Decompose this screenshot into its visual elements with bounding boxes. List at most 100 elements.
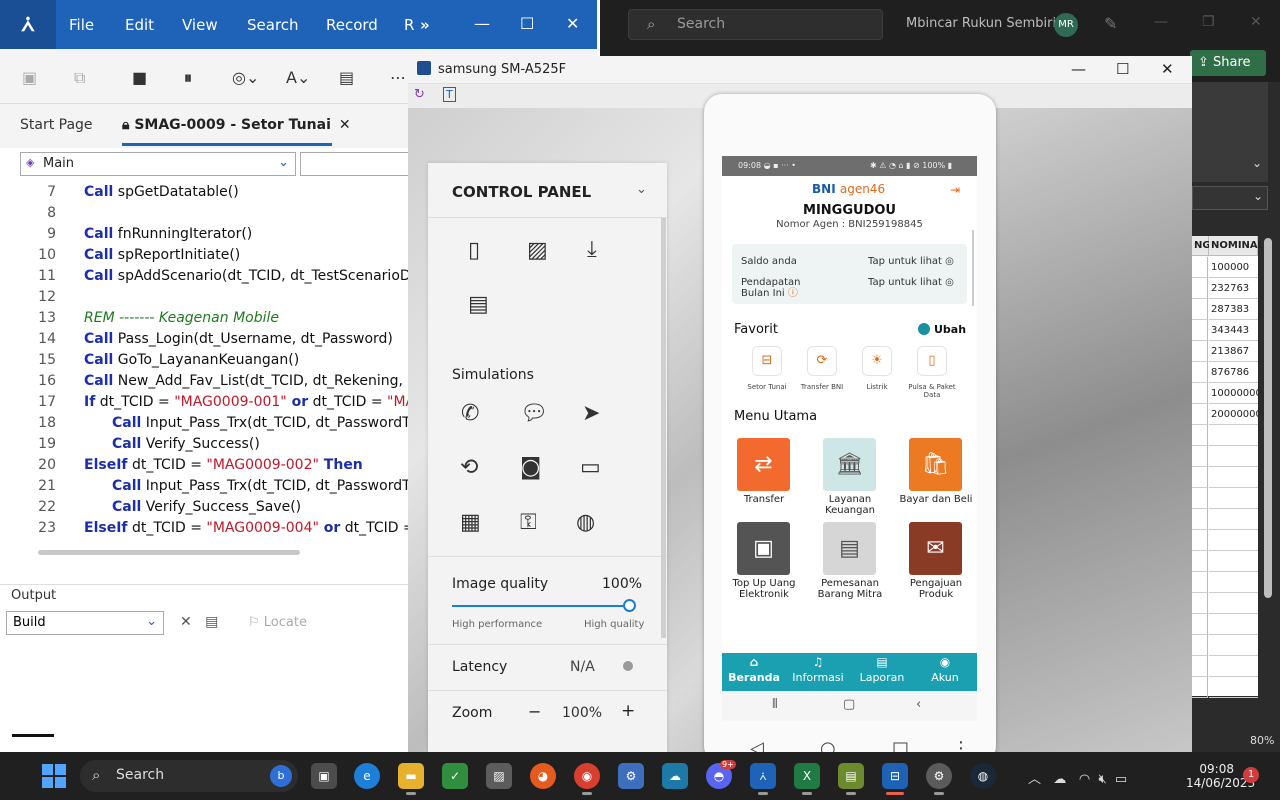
image-quality-slider-handle[interactable] (623, 599, 636, 612)
sheet-cell[interactable] (1192, 551, 1208, 572)
more-tools-icon[interactable]: ⋯ (390, 68, 406, 87)
clipboard-text-icon[interactable]: ▤ (468, 292, 489, 317)
menu-record[interactable]: Record (326, 16, 378, 34)
stop-icon[interactable]: ■ (132, 68, 147, 87)
tools-icon[interactable]: ⚙ (618, 763, 644, 789)
chevron-up-icon[interactable]: ︿ (1028, 772, 1041, 787)
orientation-icon[interactable]: ⟲ (460, 455, 478, 480)
chevron-down-icon[interactable]: ⌄ (1252, 156, 1262, 170)
code-line[interactable]: ElseIf dt_TCID = "MAG0009-002" Then (84, 457, 363, 473)
code-editor[interactable]: 7 Call spGetDatatable() 8 9 Call fnRunningIt… (20, 180, 410, 542)
text-input-icon[interactable]: T (443, 87, 456, 102)
menu-overflow-icon[interactable]: » (420, 16, 430, 34)
nav-informasi[interactable]: ♫ Informasi (786, 655, 850, 684)
sheet-cell[interactable] (1192, 299, 1208, 320)
column-header[interactable]: NG (1192, 236, 1211, 256)
code-line[interactable]: Call GoTo_LayananKeuangan() (84, 352, 299, 368)
nav-beranda[interactable]: ⌂ Beranda (722, 655, 786, 684)
code-line[interactable]: Call fnRunningIterator() (84, 226, 252, 242)
sheet-cell[interactable] (1192, 320, 1208, 341)
sheet-cell[interactable] (1192, 593, 1208, 614)
image-quality-slider[interactable] (452, 605, 630, 607)
back-icon[interactable]: ‹ (916, 697, 921, 712)
sheet-cell[interactable]: 876786 (1209, 362, 1258, 383)
sheet-cell[interactable] (1209, 551, 1258, 572)
automation-ide-icon[interactable]: ⩑ (750, 763, 776, 789)
notification-badge[interactable]: 1 (1243, 767, 1259, 783)
sheet-cell[interactable] (1192, 530, 1208, 551)
setor-tunai-icon[interactable]: ⊟ (752, 346, 782, 376)
location-icon[interactable]: ➤ (582, 401, 600, 426)
tab-start-page[interactable]: Start Page (20, 117, 93, 133)
editor-horizontal-scrollbar[interactable] (30, 548, 410, 556)
sheet-cell[interactable] (1192, 509, 1208, 530)
qr-code-icon[interactable]: ▦ (460, 510, 481, 535)
saldo-reveal[interactable]: Tap untuk lihat ◎ (868, 256, 954, 267)
device-maximize-button[interactable]: ☐ (1116, 60, 1129, 78)
code-line[interactable]: ElseIf dt_TCID = "MAG0009-004" or dt_TCI… (84, 520, 410, 536)
sheet-cell[interactable] (1209, 656, 1258, 677)
windows-start-icon[interactable] (42, 764, 66, 788)
task-view-icon[interactable]: ▣ (311, 763, 337, 789)
code-line[interactable]: Call Verify_Success_Save() (112, 499, 301, 515)
logout-icon[interactable]: ⇥ (950, 183, 960, 197)
wallet-icon[interactable]: ▣ (737, 522, 790, 575)
listrik-icon[interactable]: ☀ (862, 346, 892, 376)
transfer-icon[interactable]: ⇄ (737, 438, 790, 491)
menu-file[interactable]: File (69, 16, 94, 34)
pulsa-icon[interactable]: ▯ (917, 346, 947, 376)
sheet-cell[interactable] (1192, 341, 1208, 362)
sheet-cell[interactable] (1209, 509, 1258, 530)
sheet-cell[interactable] (1209, 425, 1258, 446)
device-minimize-button[interactable]: — (1071, 60, 1086, 78)
background-close-button[interactable]: ✕ (1250, 14, 1262, 30)
pause-icon[interactable]: ⏸ (184, 68, 192, 88)
sheet-cell[interactable] (1209, 488, 1258, 509)
save-icon[interactable]: ▣ (22, 68, 37, 87)
onedrive-icon[interactable]: ☁ (1053, 772, 1066, 787)
system-tray[interactable]: ︿ ☁ ◠ 🔇︎ ▭ (1028, 768, 1127, 787)
sheet-cell[interactable] (1209, 593, 1258, 614)
sheet-cell[interactable] (1209, 446, 1258, 467)
close-icon[interactable]: ✕ (339, 117, 351, 133)
sheet-cell[interactable]: 100000 (1209, 257, 1258, 278)
sheet-combo[interactable]: ⌄ (1192, 186, 1268, 210)
sheet-cell[interactable] (1209, 467, 1258, 488)
ide-close-button[interactable]: ✕ (566, 14, 579, 33)
sheet-cell[interactable] (1192, 467, 1208, 488)
home-button-icon[interactable]: ▢ (843, 697, 855, 712)
nav-akun[interactable]: ◉ Akun (913, 655, 977, 684)
sheet-cell[interactable] (1192, 362, 1208, 383)
device-close-button[interactable]: ✕ (1161, 60, 1174, 78)
order-icon[interactable]: ▤ (823, 522, 876, 575)
info-icon[interactable]: ⓘ (788, 288, 798, 299)
code-line[interactable]: Call spReportInitiate() (84, 247, 240, 263)
code-line[interactable]: Call Input_Pass_Trx(dt_TCID, dt_Password… (112, 478, 410, 494)
sheet-cell[interactable] (1192, 404, 1208, 425)
avatar[interactable]: MR (1054, 13, 1078, 37)
firefox-icon[interactable]: ◕ (530, 763, 556, 789)
biometric-icon[interactable]: ⚿ (520, 510, 537, 535)
network-icon[interactable]: ◍ (576, 510, 595, 535)
pen-icon[interactable]: ✎ (1104, 14, 1117, 33)
share-button[interactable]: ⇪ Share (1190, 50, 1266, 76)
steam-icon[interactable]: ◍ (970, 763, 996, 789)
column-header[interactable]: NOMINAL (1209, 236, 1264, 256)
code-line[interactable]: Call Pass_Login(dt_Username, dt_Password… (84, 331, 393, 347)
edge-icon[interactable]: e (354, 763, 380, 789)
code-line[interactable]: Call Input_Pass_Trx(dt_TCID, dt_Password… (112, 415, 410, 431)
taskbar-search[interactable]: ⌕ Search b (80, 760, 298, 792)
sheet-cell[interactable] (1209, 677, 1258, 698)
sheet-cell[interactable] (1209, 635, 1258, 656)
control-panel-scrollbar[interactable] (661, 218, 666, 638)
shopping-bag-icon[interactable]: 🛍︎ (909, 438, 962, 491)
sheet-cell[interactable] (1192, 677, 1208, 698)
sheet-cell[interactable] (1192, 425, 1208, 446)
menu-edit[interactable]: Edit (125, 16, 154, 34)
notepad-icon[interactable]: ▤ (838, 763, 864, 789)
video-icon[interactable]: ▭ (580, 455, 601, 480)
locate-button[interactable]: ⚐ Locate (248, 615, 307, 630)
excel-icon[interactable]: X (794, 763, 820, 789)
sheet-cell[interactable]: 10000000 (1209, 383, 1258, 404)
recent-apps-icon[interactable]: ⦀ (772, 697, 778, 712)
